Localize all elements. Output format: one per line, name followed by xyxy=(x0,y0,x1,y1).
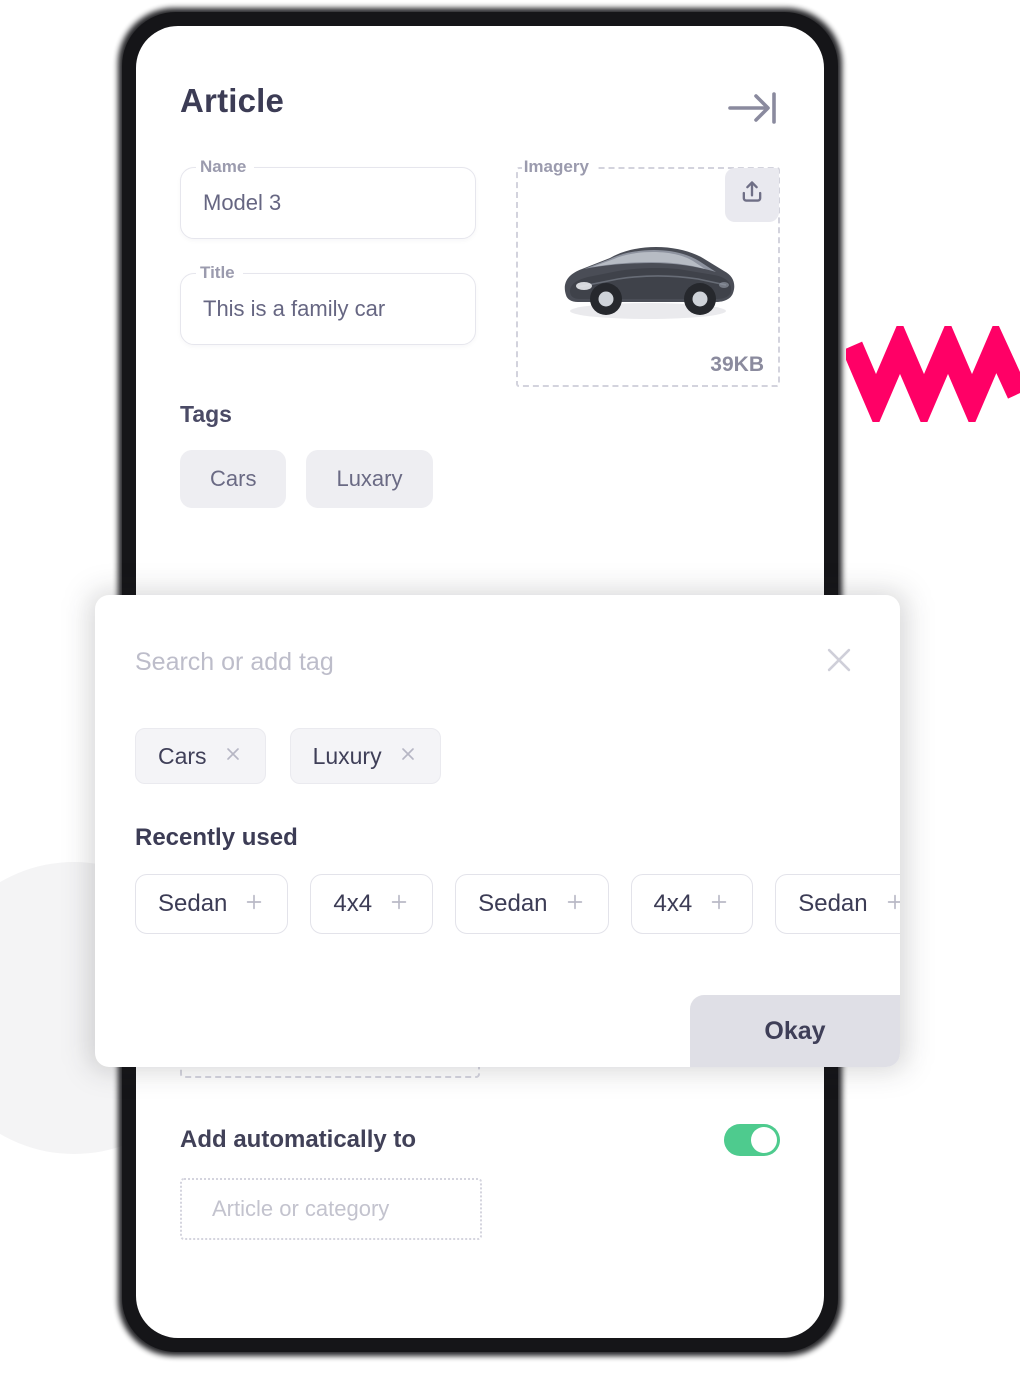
recent-tag-chip[interactable]: Sedan xyxy=(135,874,289,934)
car-photo xyxy=(564,246,735,319)
title-field-group: Title This is a family car xyxy=(180,263,476,345)
name-input[interactable]: Model 3 xyxy=(180,167,476,239)
close-icon[interactable] xyxy=(223,744,243,769)
title-field-label: Title xyxy=(196,263,243,283)
recent-tag-chip[interactable]: 4x4 xyxy=(630,874,754,934)
imagery-field-label: Imagery xyxy=(521,157,597,177)
name-field-label: Name xyxy=(196,157,255,177)
plus-icon[interactable] xyxy=(708,891,730,918)
selected-tags-row: Cars Luxury xyxy=(95,686,900,784)
recent-tag-chip[interactable]: Sedan xyxy=(455,874,609,934)
plus-icon[interactable] xyxy=(388,891,410,918)
add-automatically-section: Add automatically to Article or category xyxy=(180,1124,780,1240)
tag-picker-modal: Search or add tag Cars Luxury Recently u… xyxy=(95,595,900,1067)
recent-tag-chip[interactable]: 4x4 xyxy=(310,874,434,934)
plus-icon[interactable] xyxy=(243,891,265,918)
modal-search-row: Search or add tag xyxy=(95,595,900,686)
add-automatically-label: Add automatically to xyxy=(180,1126,417,1153)
recent-tag-label: 4x4 xyxy=(653,890,693,917)
image-file-size: 39KB xyxy=(710,353,764,376)
okay-button[interactable]: Okay xyxy=(690,995,900,1067)
recently-used-heading: Recently used xyxy=(135,824,298,851)
form-right-column: Imagery 39KB xyxy=(515,157,780,387)
add-automatically-toggle[interactable] xyxy=(724,1124,780,1156)
selected-tag-label: Luxury xyxy=(312,742,382,769)
toggle-knob xyxy=(751,1127,777,1153)
form-grid: Name Model 3 Title This is a family car xyxy=(180,157,780,387)
selected-tag-label: Cars xyxy=(158,742,207,769)
name-input-value: Model 3 xyxy=(203,190,282,215)
page-title: Article xyxy=(180,82,285,119)
plus-icon[interactable] xyxy=(564,891,586,918)
zigzag-decoration xyxy=(846,326,1020,422)
tags-heading: Tags xyxy=(180,401,232,427)
selected-tag-chip[interactable]: Cars xyxy=(135,728,266,784)
title-input-value: This is a family car xyxy=(203,296,386,321)
recent-tag-label: 4x4 xyxy=(333,890,373,917)
upload-button[interactable] xyxy=(725,168,779,222)
imagery-field-group: Imagery 39KB xyxy=(515,157,780,387)
form-left-column: Name Model 3 Title This is a family car xyxy=(180,157,476,387)
article-or-category-input[interactable]: Article or category xyxy=(180,1178,482,1240)
add-automatically-row: Add automatically to xyxy=(180,1124,780,1156)
screenshot-stage: Article Name Model 3 Title This is a fam… xyxy=(0,0,1020,1380)
upload-icon xyxy=(738,179,766,212)
selected-tag-chip[interactable]: Luxury xyxy=(289,728,441,784)
tag-chip[interactable]: Luxary xyxy=(306,450,433,508)
recently-used-row: Sedan 4x4 Sedan 4x4 Sedan xyxy=(95,852,900,934)
imagery-dropzone[interactable]: 39KB xyxy=(515,167,780,387)
recent-tag-label: Sedan xyxy=(158,890,228,917)
recent-tag-label: Sedan xyxy=(478,890,548,917)
plus-icon[interactable] xyxy=(884,891,900,918)
screen-header: Article xyxy=(180,82,780,133)
recent-tag-chip[interactable]: Sedan xyxy=(775,874,900,934)
close-icon[interactable] xyxy=(398,744,418,769)
recent-tag-label: Sedan xyxy=(798,890,868,917)
name-field-group: Name Model 3 xyxy=(180,157,476,239)
close-icon[interactable] xyxy=(818,639,860,686)
tags-chip-row: Cars Luxary xyxy=(180,450,780,508)
tag-search-input[interactable]: Search or add tag xyxy=(135,648,334,677)
arrow-right-to-line-icon[interactable] xyxy=(726,88,780,133)
tag-chip[interactable]: Cars xyxy=(180,450,287,508)
title-input[interactable]: This is a family car xyxy=(180,273,476,345)
